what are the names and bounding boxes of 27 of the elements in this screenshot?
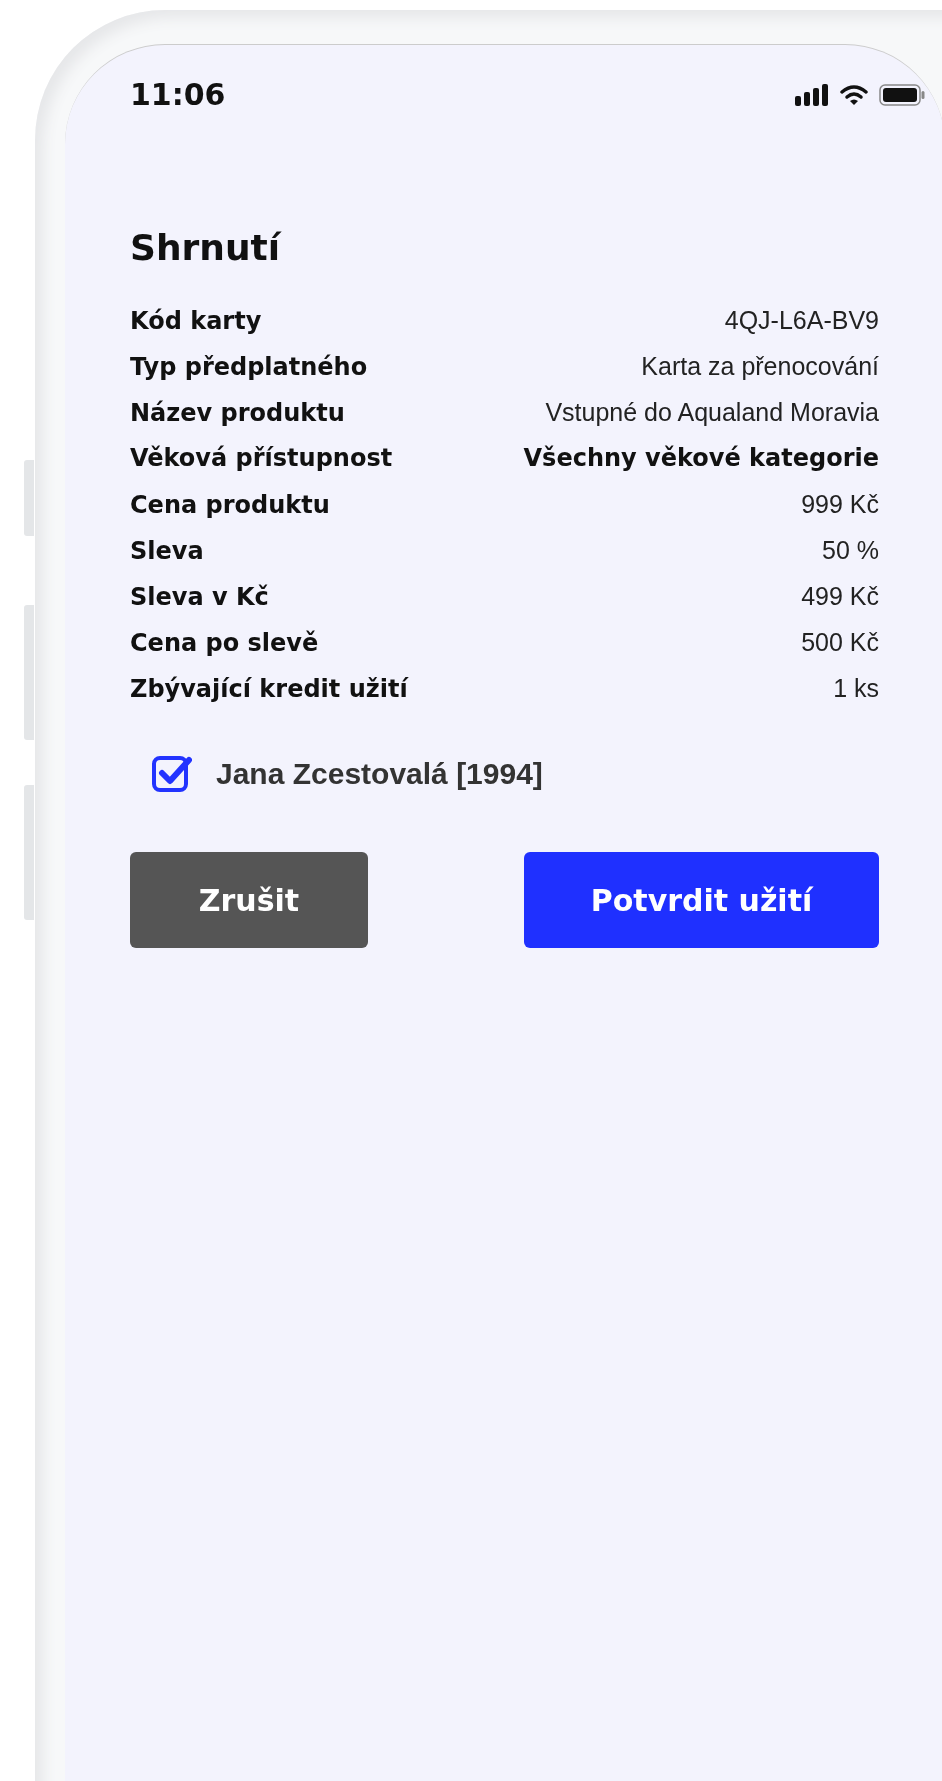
person-label: Jana Zcestovalá [1994]	[216, 757, 543, 791]
row-label: Sleva v Kč	[130, 583, 269, 611]
row-label: Typ předplatného	[130, 353, 368, 381]
row-value: 499 Kč	[801, 582, 879, 611]
status-time: 11:06	[130, 77, 226, 112]
row-label: Sleva	[130, 537, 204, 565]
row-value: 500 Kč	[801, 628, 879, 657]
row-value: 4QJ-L6A-BV9	[724, 306, 879, 335]
row-label: Věková přístupnost	[130, 444, 393, 472]
row-label: Cena po slevě	[130, 629, 319, 657]
confirm-button[interactable]: Potvrdit užití	[524, 852, 879, 948]
screen-title: Shrnutí	[130, 227, 283, 268]
row-value: 50 %	[822, 536, 879, 565]
checkbox[interactable]	[152, 754, 192, 794]
row-value: Vstupné do Aqualand Moravia	[545, 398, 879, 427]
battery-icon	[879, 83, 925, 106]
row-label: Zbývající kredit užití	[130, 675, 408, 703]
row-value: 1 ks	[833, 674, 879, 703]
cancel-button[interactable]: Zrušit	[130, 852, 368, 948]
row-label: Cena produktu	[130, 491, 330, 519]
row-value: Všechny věkové kategorie	[523, 444, 879, 472]
row-value: 999 Kč	[801, 490, 879, 519]
signal-icon	[795, 83, 829, 106]
wifi-icon	[839, 83, 869, 106]
row-label: Název produktu	[130, 399, 345, 427]
row-value: Karta za přenocování	[641, 352, 879, 381]
row-label: Kód karty	[130, 307, 262, 335]
